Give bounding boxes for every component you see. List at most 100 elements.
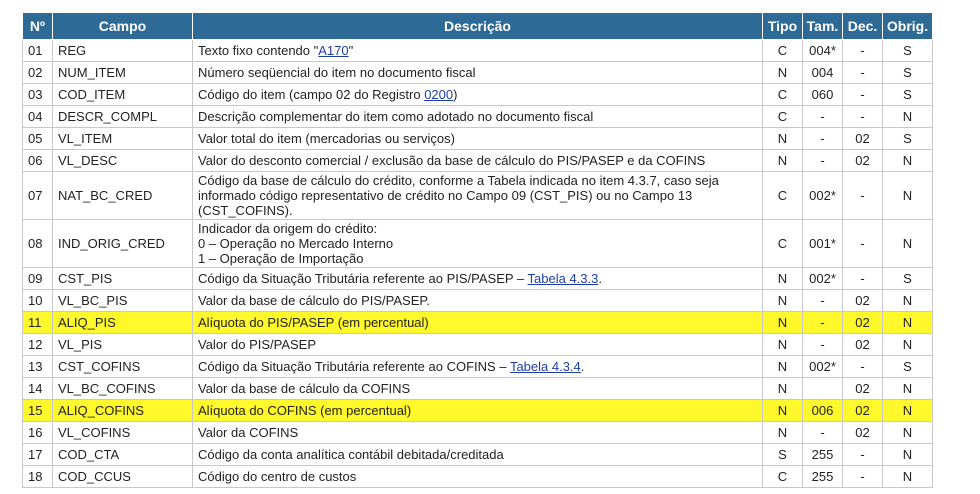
description-line: 0 – Operação no Mercado Interno <box>198 236 394 251</box>
table-row: 13 CST_COFINS Código da Situação Tributári… <box>22 355 933 378</box>
field-number: 16 <box>22 421 53 444</box>
field-description: Código do item (campo 02 do Registro 020… <box>192 83 763 106</box>
field-name: CST_COFINS <box>52 355 193 378</box>
description-text: Alíquota do COFINS (em percentual) <box>198 403 412 418</box>
field-type: N <box>762 421 803 444</box>
field-type: C <box>762 83 803 106</box>
field-name: VL_BC_PIS <box>52 289 193 312</box>
field-number: 12 <box>22 333 53 356</box>
field-required: N <box>882 311 933 334</box>
description-text: Código da conta analítica contábil debit… <box>198 447 504 462</box>
field-decimals: - <box>842 443 883 466</box>
field-name: COD_ITEM <box>52 83 193 106</box>
field-description: Texto fixo contendo "A170" <box>192 39 763 62</box>
description-line: Indicador da origem do crédito: <box>198 221 378 236</box>
field-name: NUM_ITEM <box>52 61 193 84</box>
field-required: N <box>882 465 933 488</box>
field-name: CST_PIS <box>52 267 193 290</box>
description-text: Descrição complementar do item como adot… <box>198 109 594 124</box>
field-name: VL_BC_COFINS <box>52 377 193 400</box>
table-row: 14 VL_BC_COFINS Valor da base de cálculo d… <box>22 377 933 400</box>
field-size: 004* <box>802 39 843 62</box>
table-row: 03 COD_ITEM Código do item (campo 02 do Re… <box>22 83 933 106</box>
field-decimals: 02 <box>842 127 883 150</box>
field-decimals: 02 <box>842 333 883 356</box>
description-text: Código do item (campo 02 do Registro <box>198 87 425 102</box>
field-required: S <box>882 39 933 62</box>
field-decimals: - <box>842 219 883 268</box>
field-size: 060 <box>802 83 843 106</box>
field-size: 002* <box>802 267 843 290</box>
field-name: ALIQ_PIS <box>52 311 193 334</box>
field-number: 05 <box>22 127 53 150</box>
reference-link[interactable]: A170 <box>318 43 348 58</box>
description-text: Valor da base de cálculo da COFINS <box>198 381 411 396</box>
header-row: Nº Campo Descrição Tipo Tam. Dec. Obrig. <box>22 12 933 40</box>
field-description: Código da Situação Tributária referente … <box>192 267 763 290</box>
field-name: NAT_BC_CRED <box>52 171 193 220</box>
field-type: N <box>762 355 803 378</box>
field-number: 18 <box>22 465 53 488</box>
field-required: S <box>882 355 933 378</box>
field-description: Código da base de cálculo do crédito, co… <box>192 171 763 220</box>
reference-link[interactable]: 0200 <box>424 87 453 102</box>
field-description: Alíquota do PIS/PASEP (em percentual) <box>192 311 763 334</box>
field-type: S <box>762 443 803 466</box>
field-type: N <box>762 267 803 290</box>
field-type: C <box>762 465 803 488</box>
description-text: Valor do desconto comercial / exclusão d… <box>198 153 706 168</box>
field-decimals: 02 <box>842 289 883 312</box>
field-name: VL_PIS <box>52 333 193 356</box>
field-type: C <box>762 219 803 268</box>
field-number: 09 <box>22 267 53 290</box>
field-description: Valor da base de cálculo da COFINS <box>192 377 763 400</box>
table-row: 16 VL_COFINS Valor da COFINS N -02 N <box>22 421 933 444</box>
field-description: Código do centro de custos <box>192 465 763 488</box>
description-text: Código da Situação Tributária referente … <box>198 271 528 286</box>
field-type: C <box>762 171 803 220</box>
field-number: 03 <box>22 83 53 106</box>
header-num: Nº <box>22 12 53 40</box>
field-type: N <box>762 289 803 312</box>
table-row: 10 VL_BC_PIS Valor da base de cálculo do P… <box>22 289 933 312</box>
table-row: 11 ALIQ_PIS Alíquota do PIS/PASEP (em perc… <box>22 311 933 334</box>
field-size: - <box>802 311 843 334</box>
field-type: N <box>762 377 803 400</box>
field-number: 04 <box>22 105 53 128</box>
description-text: Número seqüencial do item no documento f… <box>198 65 476 80</box>
field-size <box>802 377 843 400</box>
field-name: IND_ORIG_CRED <box>52 219 193 268</box>
field-decimals: - <box>842 105 883 128</box>
field-type: N <box>762 399 803 422</box>
field-required: N <box>882 149 933 172</box>
field-number: 14 <box>22 377 53 400</box>
field-number: 02 <box>22 61 53 84</box>
field-size: 255 <box>802 465 843 488</box>
field-decimals: 02 <box>842 377 883 400</box>
description-text: Valor da COFINS <box>198 425 299 440</box>
field-required: N <box>882 171 933 220</box>
table-row: 08 IND_ORIG_CRED Indicador da origem do cr… <box>22 219 933 268</box>
field-description: Código da conta analítica contábil debit… <box>192 443 763 466</box>
field-number: 11 <box>22 311 53 334</box>
field-description: Descrição complementar do item como adot… <box>192 105 763 128</box>
description-text-end: " <box>348 43 354 58</box>
field-size: 001* <box>802 219 843 268</box>
field-name: VL_COFINS <box>52 421 193 444</box>
field-size: - <box>802 333 843 356</box>
reference-link[interactable]: Tabela 4.3.3 <box>528 271 599 286</box>
field-name: REG <box>52 39 193 62</box>
field-required: S <box>882 61 933 84</box>
field-type: C <box>762 39 803 62</box>
field-description: Código da Situação Tributária referente … <box>192 355 763 378</box>
field-decimals: - <box>842 267 883 290</box>
reference-link[interactable]: Tabela 4.3.4 <box>510 359 581 374</box>
field-required: S <box>882 83 933 106</box>
field-size: 255 <box>802 443 843 466</box>
description-text: Texto fixo contendo " <box>198 43 319 58</box>
field-number: 08 <box>22 219 53 268</box>
header-dec: Dec. <box>842 12 883 40</box>
header-campo: Campo <box>52 12 193 40</box>
field-type: N <box>762 333 803 356</box>
field-size: 004 <box>802 61 843 84</box>
